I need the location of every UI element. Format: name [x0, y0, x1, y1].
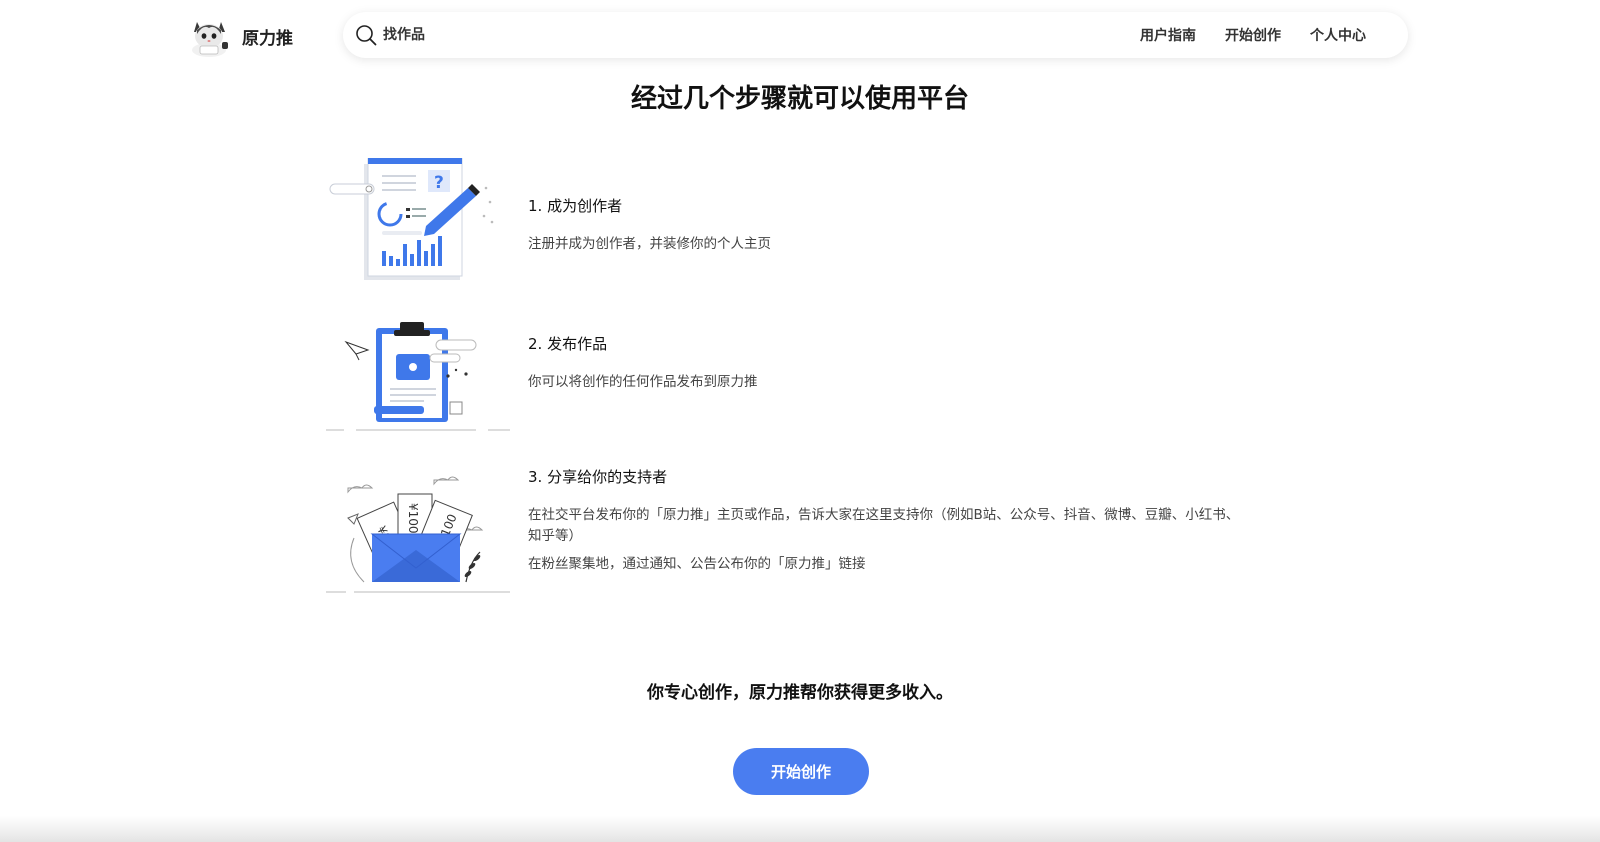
cat-mascot-icon [192, 22, 228, 57]
nav-personal-center[interactable]: 个人中心 [1310, 25, 1366, 45]
brand-name: 原力推 [242, 28, 293, 49]
step-description-secondary: 在粉丝聚集地，通过通知、公告公布你的「原力推」链接 [528, 556, 866, 572]
search-icon[interactable] [355, 24, 377, 46]
header: 原力推 用户指南 开始创作 个人中心 [0, 0, 1600, 72]
start-creating-button[interactable]: 开始创作 [733, 748, 869, 795]
step-description: 注册并成为创作者，并装修你的个人主页 [528, 236, 771, 252]
svg-text:¥100: ¥100 [406, 503, 420, 534]
step-publish-work: 2. 发布作品 你可以将创作的任何作品发布到原力推 [326, 320, 1276, 432]
search-input[interactable] [383, 23, 983, 47]
clipboard-folder-illustration [326, 322, 510, 431]
envelope-money-illustration: ¥100 ¥100 ¥100 [326, 476, 510, 593]
report-chart-pencil-illustration: ? [329, 158, 494, 280]
search-bar: 用户指南 开始创作 个人中心 [343, 12, 1408, 58]
step-become-creator: ? 1. 成为创作者 注册并成为创作者，并装修你的个人主页 [326, 158, 1276, 288]
svg-text:?: ? [434, 173, 444, 193]
step-share-supporters: ¥100 ¥100 ¥100 3. 分享给你的支持者 在社交平台发布你的「原力推… [326, 464, 1276, 594]
top-nav: 用户指南 开始创作 个人中心 [1111, 12, 1366, 58]
step-title: 1. 成为创作者 [528, 197, 623, 215]
bottom-shadow [0, 816, 1600, 842]
step-title: 3. 分享给你的支持者 [528, 468, 668, 486]
brand[interactable]: 原力推 [188, 14, 293, 58]
step-description: 你可以将创作的任何作品发布到原力推 [528, 374, 758, 390]
tagline: 你专心创作，原力推帮你获得更多收入。 [647, 683, 953, 703]
step-description: 在社交平台发布你的「原力推」主页或作品，告诉大家在这里支持你（例如B站、公众号、… [528, 507, 1240, 544]
nav-user-guide[interactable]: 用户指南 [1140, 25, 1196, 45]
step-title: 2. 发布作品 [528, 335, 608, 353]
nav-start-creating[interactable]: 开始创作 [1225, 25, 1281, 45]
page-title: 经过几个步骤就可以使用平台 [630, 84, 969, 114]
